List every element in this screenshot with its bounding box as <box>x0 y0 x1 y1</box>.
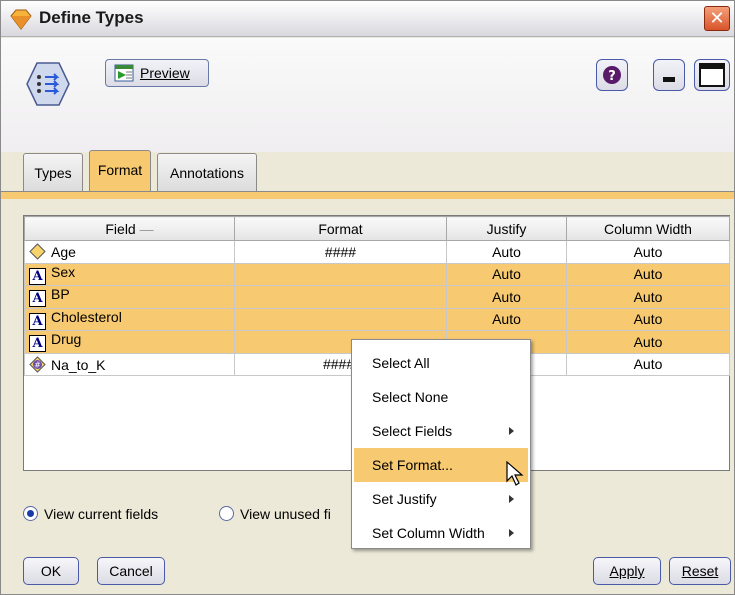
tab-types-label: Types <box>34 165 72 181</box>
minimize-button[interactable] <box>653 59 685 91</box>
string-a-icon: A <box>29 267 46 285</box>
menu-item-select-none[interactable]: Select None <box>354 380 528 414</box>
help-button[interactable]: ? <box>596 59 628 91</box>
tab-format-label: Format <box>97 162 143 178</box>
table-row[interactable]: A BP Auto Auto <box>24 285 730 309</box>
sort-icon: — <box>139 220 154 237</box>
svg-text:?: ? <box>608 69 616 84</box>
type-node-icon <box>26 62 70 106</box>
view-current-fields-label: View current fields <box>44 506 159 522</box>
menu-item-select-all[interactable]: Select All <box>354 346 528 380</box>
table-row[interactable]: A Sex Auto Auto <box>24 262 730 286</box>
field-name: Sex <box>51 263 76 280</box>
column-header-format[interactable]: Format <box>234 216 447 241</box>
field-cell[interactable]: A Sex <box>24 262 235 286</box>
menu-item-label: Select None <box>372 389 449 405</box>
maximize-button[interactable] <box>694 59 730 91</box>
reset-button[interactable]: Reset <box>669 557 731 585</box>
column-header-justify[interactable]: Justify <box>446 216 567 241</box>
view-current-fields-option[interactable]: View current fields <box>23 506 158 522</box>
width-cell[interactable]: Auto <box>566 240 730 264</box>
column-header-field-label: Field <box>105 220 136 237</box>
string-a-icon: A <box>29 290 46 308</box>
format-cell[interactable]: #### <box>234 240 447 264</box>
format-cell[interactable] <box>234 307 447 331</box>
context-menu: Select All Select None Select Fields Set… <box>351 339 531 549</box>
width-cell[interactable]: Auto <box>566 352 730 376</box>
field-name: Na_to_K <box>51 356 106 373</box>
toolbar: Preview ? <box>1 38 734 152</box>
close-button[interactable]: ✕ <box>704 6 730 31</box>
view-unused-fields-label: View unused fi <box>240 506 331 522</box>
title-bar[interactable]: Define Types ✕ <box>1 1 734 37</box>
menu-item-set-justify[interactable]: Set Justify <box>354 482 528 516</box>
tab-strip <box>1 191 734 199</box>
field-cell[interactable]: A BP <box>24 285 235 309</box>
width-cell[interactable]: Auto <box>566 307 730 331</box>
view-unused-fields-option[interactable]: View unused fi <box>219 506 331 522</box>
real-number-icon: # <box>29 356 46 373</box>
width-cell[interactable]: Auto <box>566 262 730 286</box>
submenu-arrow-icon <box>509 427 514 435</box>
apply-button[interactable]: Apply <box>593 557 661 585</box>
svg-text:#: # <box>34 360 41 369</box>
format-cell[interactable] <box>234 285 447 309</box>
string-a-icon: A <box>29 312 46 330</box>
justify-cell[interactable]: Auto <box>446 262 567 286</box>
field-cell[interactable]: # Na_to_K <box>24 352 235 376</box>
menu-item-set-format[interactable]: Set Format... <box>354 448 528 482</box>
field-name: BP <box>51 286 70 303</box>
justify-cell[interactable]: Auto <box>446 240 567 264</box>
preview-label: Preview <box>140 65 190 81</box>
menu-item-label: Set Column Width <box>372 525 485 541</box>
field-name: Drug <box>51 331 82 348</box>
submenu-arrow-icon <box>509 529 514 537</box>
cancel-button[interactable]: Cancel <box>97 557 165 585</box>
help-icon: ? <box>603 66 621 84</box>
menu-item-select-fields[interactable]: Select Fields <box>354 414 528 448</box>
ok-button[interactable]: OK <box>23 557 79 585</box>
define-types-dialog: Define Types ✕ Preview ? Types Format An… <box>0 0 735 595</box>
column-header-field[interactable]: Field — <box>24 216 235 241</box>
tab-types[interactable]: Types <box>23 153 83 191</box>
column-header-column-width[interactable]: Column Width <box>566 216 730 241</box>
menu-item-label: Set Justify <box>372 491 437 507</box>
field-cell[interactable]: Age <box>24 240 235 264</box>
format-cell[interactable] <box>234 262 447 286</box>
field-cell[interactable]: A Drug <box>24 330 235 354</box>
field-cell[interactable]: A Cholesterol <box>24 307 235 331</box>
width-cell[interactable]: Auto <box>566 285 730 309</box>
radio-selected-icon[interactable] <box>23 506 38 521</box>
table-row[interactable]: A Cholesterol Auto Auto <box>24 307 730 331</box>
mouse-cursor-icon <box>506 461 524 486</box>
width-cell[interactable]: Auto <box>566 330 730 354</box>
menu-item-label: Set Format... <box>372 457 453 473</box>
tab-annotations[interactable]: Annotations <box>157 153 257 191</box>
field-name: Cholesterol <box>51 308 122 325</box>
node-diamond-icon <box>10 9 32 30</box>
submenu-arrow-icon <box>509 495 514 503</box>
continuous-diamond-icon <box>29 243 46 260</box>
preview-icon <box>114 64 134 82</box>
window-title: Define Types <box>39 8 144 27</box>
string-a-icon: A <box>29 335 46 353</box>
field-name: Age <box>51 244 76 261</box>
menu-item-label: Select Fields <box>372 423 453 439</box>
minimize-icon <box>663 77 675 82</box>
menu-item-set-column-width[interactable]: Set Column Width <box>354 516 528 550</box>
menu-item-label: Select All <box>372 355 430 371</box>
justify-cell[interactable]: Auto <box>446 285 567 309</box>
table-row[interactable]: Age #### Auto Auto <box>24 240 730 264</box>
justify-cell[interactable]: Auto <box>446 307 567 331</box>
tab-annotations-label: Annotations <box>170 165 244 181</box>
close-icon: ✕ <box>709 8 725 28</box>
tab-format[interactable]: Format <box>89 150 151 191</box>
radio-unselected-icon[interactable] <box>219 506 234 521</box>
preview-button[interactable]: Preview <box>105 59 209 87</box>
maximize-icon <box>699 63 725 87</box>
